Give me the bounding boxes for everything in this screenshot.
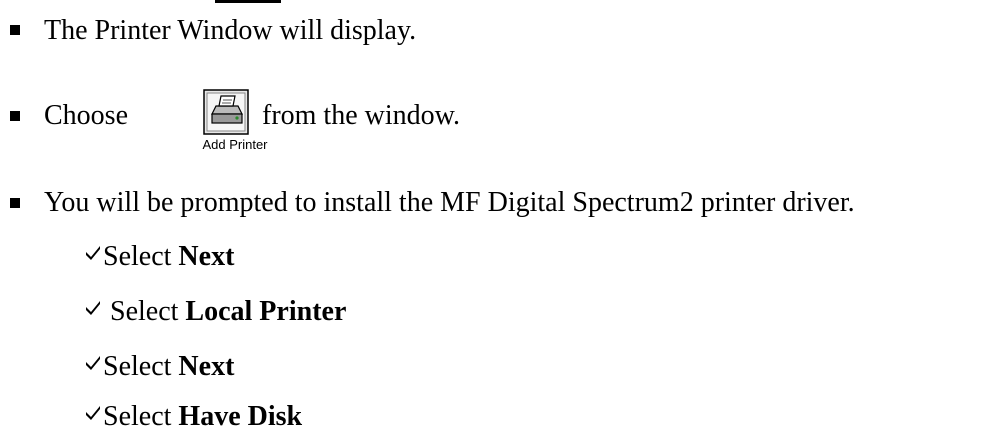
step-prefix: Select [103,351,179,382]
step-prefix: Select [103,296,186,327]
instruction-text-after: from the window. [262,100,461,131]
step-keyword: Local Printer [185,296,347,327]
step-item: Select Next [103,243,234,271]
step-item: Select Have Disk [103,403,302,431]
instruction-text: You will be prompted to install the MF D… [44,187,855,218]
check-icon [86,356,100,370]
instruction-text: The Printer Window will display. [44,15,417,46]
step-item: Select Next [103,353,234,381]
step-prefix: Select [103,241,179,272]
bullet [10,198,20,208]
step-keyword: Next [178,351,235,382]
check-icon [86,301,100,315]
step-prefix: Select [103,401,179,432]
add-printer-icon [202,84,252,136]
bullet [10,25,20,35]
instruction-text-before: Choose [44,100,128,131]
add-printer-icon-label: Add Printer [202,137,268,152]
cropped-button-edge [215,0,281,3]
step-item: Select Local Printer [103,298,346,326]
step-keyword: Have Disk [178,401,303,432]
check-icon [86,406,100,420]
bullet [10,111,20,121]
step-keyword: Next [178,241,235,272]
check-icon [86,246,100,260]
